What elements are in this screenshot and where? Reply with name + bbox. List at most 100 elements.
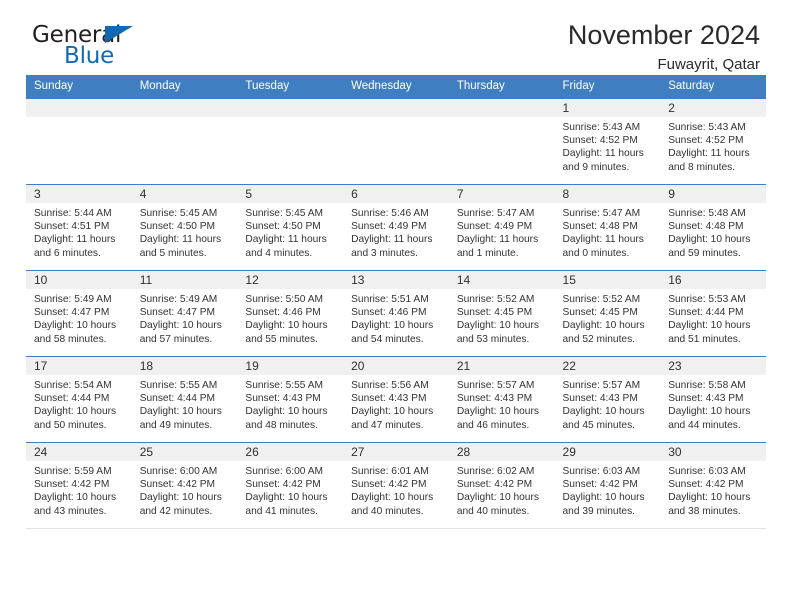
calendar-day-cell[interactable]: 17 Sunrise: 5:54 AM Sunset: 4:44 PM Dayligh… [26,356,132,443]
calendar-day-cell[interactable]: 8 Sunrise: 5:47 AM Sunset: 4:48 PM Daylight… [554,184,661,271]
daylight-duration-line1: Daylight: 10 hours [668,406,751,418]
day-cell-inner [343,99,449,184]
weekday-header-thursday: Thursday [448,75,555,99]
sunset-time: Sunset: 4:46 PM [351,307,427,319]
sunset-time: Sunset: 4:42 PM [351,479,427,491]
day-cell-inner: 23 Sunrise: 5:58 AM Sunset: 4:43 PM Dayligh… [660,357,766,442]
sunset-time: Sunset: 4:45 PM [456,307,533,319]
day-number: 23 [660,357,766,375]
calendar-day-cell[interactable]: 4 Sunrise: 5:45 AM Sunset: 4:50 PM Daylight… [131,184,238,271]
calendar-day-cell[interactable]: 24 Sunrise: 5:59 AM Sunset: 4:42 PM Dayligh… [26,442,132,529]
calendar-day-cell[interactable]: 3 Sunrise: 5:44 AM Sunset: 4:51 PM Daylight… [26,184,132,271]
daylight-duration-line2: and 41 minutes. [245,505,318,517]
sunset-time: Sunset: 4:43 PM [668,393,744,405]
daylight-duration-line2: and 4 minutes. [245,247,313,259]
daylight-duration-line1: Daylight: 10 hours [139,320,222,332]
calendar-day-cell[interactable]: 20 Sunrise: 5:56 AM Sunset: 4:43 PM Dayligh… [343,356,449,443]
sunset-time: Sunset: 4:48 PM [562,221,638,233]
sunrise-time: Sunrise: 5:44 AM [34,208,112,219]
day-cell-inner: 7 Sunrise: 5:47 AM Sunset: 4:49 PM Daylight… [448,185,555,270]
calendar-day-cell[interactable]: 30 Sunrise: 6:03 AM Sunset: 4:42 PM Dayligh… [660,442,766,529]
sunrise-time: Sunrise: 5:59 AM [34,466,112,477]
calendar-day-cell[interactable]: 18 Sunrise: 5:55 AM Sunset: 4:44 PM Dayligh… [131,356,238,443]
daylight-duration-line2: and 48 minutes. [245,419,318,431]
sunrise-time: Sunrise: 5:53 AM [668,294,746,305]
daylight-duration-line1: Daylight: 11 hours [245,234,327,246]
day-cell-inner: 30 Sunrise: 6:03 AM Sunset: 4:42 PM Dayligh… [660,443,766,528]
day-number [131,99,238,117]
calendar-day-cell[interactable]: 6 Sunrise: 5:46 AM Sunset: 4:49 PM Daylight… [343,184,449,271]
daylight-duration-line1: Daylight: 10 hours [456,492,539,504]
calendar-day-cell[interactable]: 29 Sunrise: 6:03 AM Sunset: 4:42 PM Dayligh… [554,442,661,529]
weekday-header-saturday: Saturday [660,75,766,99]
calendar-day-cell[interactable]: 27 Sunrise: 6:01 AM Sunset: 4:42 PM Dayligh… [343,442,449,529]
daylight-duration-line2: and 40 minutes. [351,505,424,517]
calendar-day-cell[interactable]: 16 Sunrise: 5:53 AM Sunset: 4:44 PM Dayligh… [660,270,766,357]
day-cell-inner: 28 Sunrise: 6:02 AM Sunset: 4:42 PM Dayligh… [448,443,555,528]
calendar-day-cell[interactable]: 14 Sunrise: 5:52 AM Sunset: 4:45 PM Dayligh… [448,270,555,357]
day-number: 14 [448,271,555,289]
sunrise-time: Sunrise: 5:52 AM [562,294,641,305]
daylight-duration-line1: Daylight: 10 hours [245,320,328,332]
calendar-day-cell[interactable]: 5 Sunrise: 5:45 AM Sunset: 4:50 PM Daylight… [237,184,344,271]
day-number: 25 [131,443,238,461]
calendar-day-cell[interactable]: 12 Sunrise: 5:50 AM Sunset: 4:46 PM Dayligh… [237,270,344,357]
weekday-header-wednesday: Wednesday [343,75,449,99]
calendar-day-cell[interactable]: 1 Sunrise: 5:43 AM Sunset: 4:52 PM Daylight… [554,98,661,185]
calendar-day-cell[interactable]: 21 Sunrise: 5:57 AM Sunset: 4:43 PM Dayligh… [448,356,555,443]
calendar-day-cell[interactable]: 15 Sunrise: 5:52 AM Sunset: 4:45 PM Dayligh… [554,270,661,357]
daylight-duration-line1: Daylight: 11 hours [668,148,750,160]
calendar-day-cell[interactable]: 10 Sunrise: 5:49 AM Sunset: 4:47 PM Dayligh… [26,270,132,357]
sunset-time: Sunset: 4:50 PM [245,221,321,233]
calendar-week-row: 24 Sunrise: 5:59 AM Sunset: 4:42 PM Dayligh… [26,442,766,529]
sunset-time: Sunset: 4:43 PM [351,393,427,405]
sunset-time: Sunset: 4:45 PM [562,307,638,319]
day-details: Sunrise: 6:02 AM Sunset: 4:42 PM Daylight:… [449,461,555,518]
logo-triangle-icon [105,26,133,43]
day-details: Sunrise: 5:51 AM Sunset: 4:46 PM Daylight:… [343,289,449,346]
daylight-duration-line2: and 45 minutes. [562,419,636,431]
daylight-duration-line1: Daylight: 10 hours [668,234,751,246]
day-details: Sunrise: 5:52 AM Sunset: 4:45 PM Daylight:… [449,289,555,346]
daylight-duration-line1: Daylight: 11 hours [562,148,644,160]
calendar-day-cell[interactable]: 23 Sunrise: 5:58 AM Sunset: 4:43 PM Dayligh… [660,356,766,443]
daylight-duration-line2: and 53 minutes. [456,333,530,345]
calendar-day-cell[interactable]: 9 Sunrise: 5:48 AM Sunset: 4:48 PM Daylight… [660,184,766,271]
day-number: 4 [131,185,238,203]
day-number: 18 [131,357,238,375]
sunrise-time: Sunrise: 5:46 AM [351,208,429,219]
general-blue-logo[interactable]: General Blue [32,24,212,76]
page-subtitle: Fuwayrit, Qatar [657,55,760,73]
calendar-week-row: 17 Sunrise: 5:54 AM Sunset: 4:44 PM Dayligh… [26,356,766,443]
daylight-duration-line1: Daylight: 11 hours [351,234,433,246]
calendar-day-cell[interactable]: 11 Sunrise: 5:49 AM Sunset: 4:47 PM Dayligh… [131,270,238,357]
sunrise-time: Sunrise: 6:01 AM [351,466,429,477]
day-cell-inner: 27 Sunrise: 6:01 AM Sunset: 4:42 PM Dayligh… [343,443,449,528]
calendar-day-cell[interactable]: 7 Sunrise: 5:47 AM Sunset: 4:49 PM Daylight… [448,184,555,271]
calendar-day-cell[interactable]: 19 Sunrise: 5:55 AM Sunset: 4:43 PM Dayligh… [237,356,344,443]
day-cell-inner: 10 Sunrise: 5:49 AM Sunset: 4:47 PM Dayligh… [26,271,132,356]
day-details: Sunrise: 5:47 AM Sunset: 4:48 PM Daylight:… [555,203,661,260]
sunrise-time: Sunrise: 5:54 AM [34,380,112,391]
calendar-day-cell[interactable]: 13 Sunrise: 5:51 AM Sunset: 4:46 PM Dayligh… [343,270,449,357]
day-details: Sunrise: 5:45 AM Sunset: 4:50 PM Daylight:… [237,203,343,260]
sunrise-time: Sunrise: 5:43 AM [562,122,641,133]
calendar-week-row: 3 Sunrise: 5:44 AM Sunset: 4:51 PM Daylight… [26,184,766,271]
calendar-day-cell[interactable]: 28 Sunrise: 6:02 AM Sunset: 4:42 PM Dayligh… [448,442,555,529]
sunset-time: Sunset: 4:44 PM [34,393,110,405]
sunrise-time: Sunrise: 6:02 AM [456,466,535,477]
daylight-duration-line1: Daylight: 10 hours [139,406,222,418]
calendar-day-cell-empty [237,98,344,185]
page-title: November 2024 [567,20,760,50]
daylight-duration-line1: Daylight: 11 hours [34,234,116,246]
calendar-day-cell[interactable]: 22 Sunrise: 5:57 AM Sunset: 4:43 PM Dayligh… [554,356,661,443]
calendar-day-cell[interactable]: 26 Sunrise: 6:00 AM Sunset: 4:42 PM Dayligh… [237,442,344,529]
sunrise-time: Sunrise: 5:51 AM [351,294,429,305]
day-cell-inner: 9 Sunrise: 5:48 AM Sunset: 4:48 PM Daylight… [660,185,766,270]
day-number: 5 [237,185,344,203]
sunset-time: Sunset: 4:52 PM [668,135,744,147]
day-cell-inner: 16 Sunrise: 5:53 AM Sunset: 4:44 PM Dayligh… [660,271,766,356]
daylight-duration-line2: and 43 minutes. [34,505,107,517]
calendar-day-cell[interactable]: 25 Sunrise: 6:00 AM Sunset: 4:42 PM Dayligh… [131,442,238,529]
calendar-day-cell[interactable]: 2 Sunrise: 5:43 AM Sunset: 4:52 PM Daylight… [660,98,766,185]
